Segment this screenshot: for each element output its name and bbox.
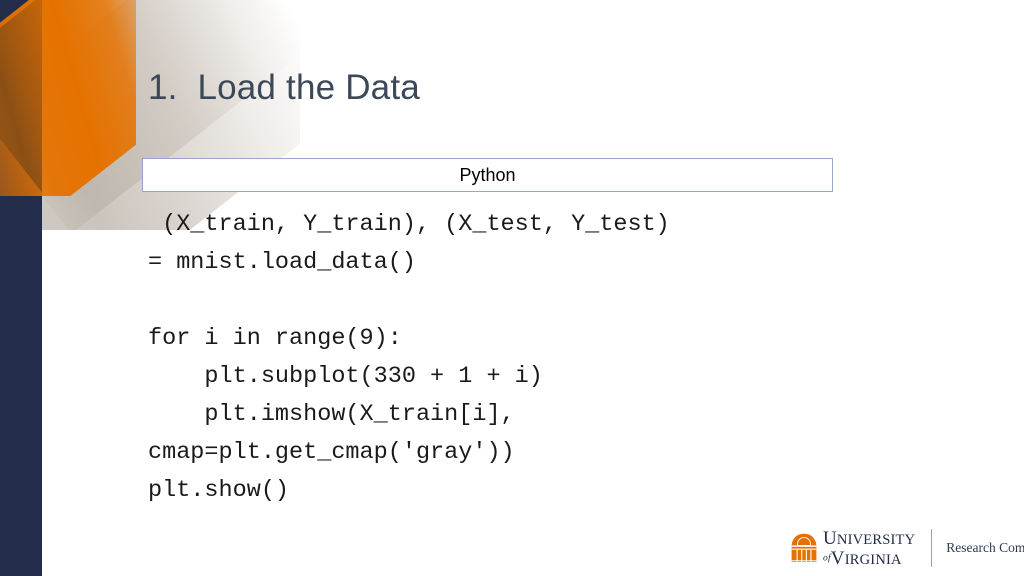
code-line: plt.subplot(330 + 1 + i)	[148, 363, 543, 390]
orange-navy-blend-shape	[0, 0, 42, 196]
gray-band-primary	[0, 0, 300, 230]
navy-vertical-bar-decoration	[0, 0, 42, 576]
logo-divider	[931, 529, 933, 567]
uva-wordmark-of: of	[823, 553, 831, 564]
code-language-header-box: Python	[142, 158, 833, 192]
code-language-label: Python	[459, 164, 516, 185]
uva-wordmark-virginia-rest: IRGINIA	[844, 551, 902, 568]
orange-navy-blend-decoration	[0, 0, 42, 196]
uva-wordmark: UNIVERSITY ofVIRGINIA	[823, 529, 915, 568]
uva-wordmark-line-university: UNIVERSITY	[823, 529, 915, 548]
gray-band-secondary	[0, 0, 300, 230]
page-title: 1. Load the Data	[148, 68, 420, 107]
orange-stripe-shape	[0, 0, 136, 196]
slide-canvas: 1. Load the Data Python (X_train, Y_trai…	[0, 0, 1024, 576]
uva-wordmark-university-rest: NIVERSITY	[836, 531, 916, 548]
uva-wordmark-v-cap: V	[830, 547, 845, 569]
code-line: plt.imshow(X_train[i],	[148, 401, 515, 428]
uva-wordmark-line-virginia: ofVIRGINIA	[823, 549, 915, 568]
code-line: for i in range(9):	[148, 325, 402, 352]
code-line: plt.show()	[148, 477, 290, 504]
code-line: (X_train, Y_train), (X_test, Y_test)	[148, 211, 670, 238]
orange-diagonal-stripe-decoration	[0, 0, 136, 196]
gray-diagonal-band-decoration	[0, 0, 300, 230]
research-computing-label: Research Computing	[946, 540, 1024, 555]
uva-wordmark-u-cap: U	[823, 527, 837, 549]
code-line: = mnist.load_data()	[148, 249, 416, 276]
rotunda-icon	[791, 533, 817, 562]
code-block: (X_train, Y_train), (X_test, Y_test) = mn…	[148, 206, 848, 510]
footer-logo-lockup: UNIVERSITY ofVIRGINIA Research Computing	[790, 526, 1024, 570]
code-line: cmap=plt.get_cmap('gray'))	[148, 439, 515, 466]
